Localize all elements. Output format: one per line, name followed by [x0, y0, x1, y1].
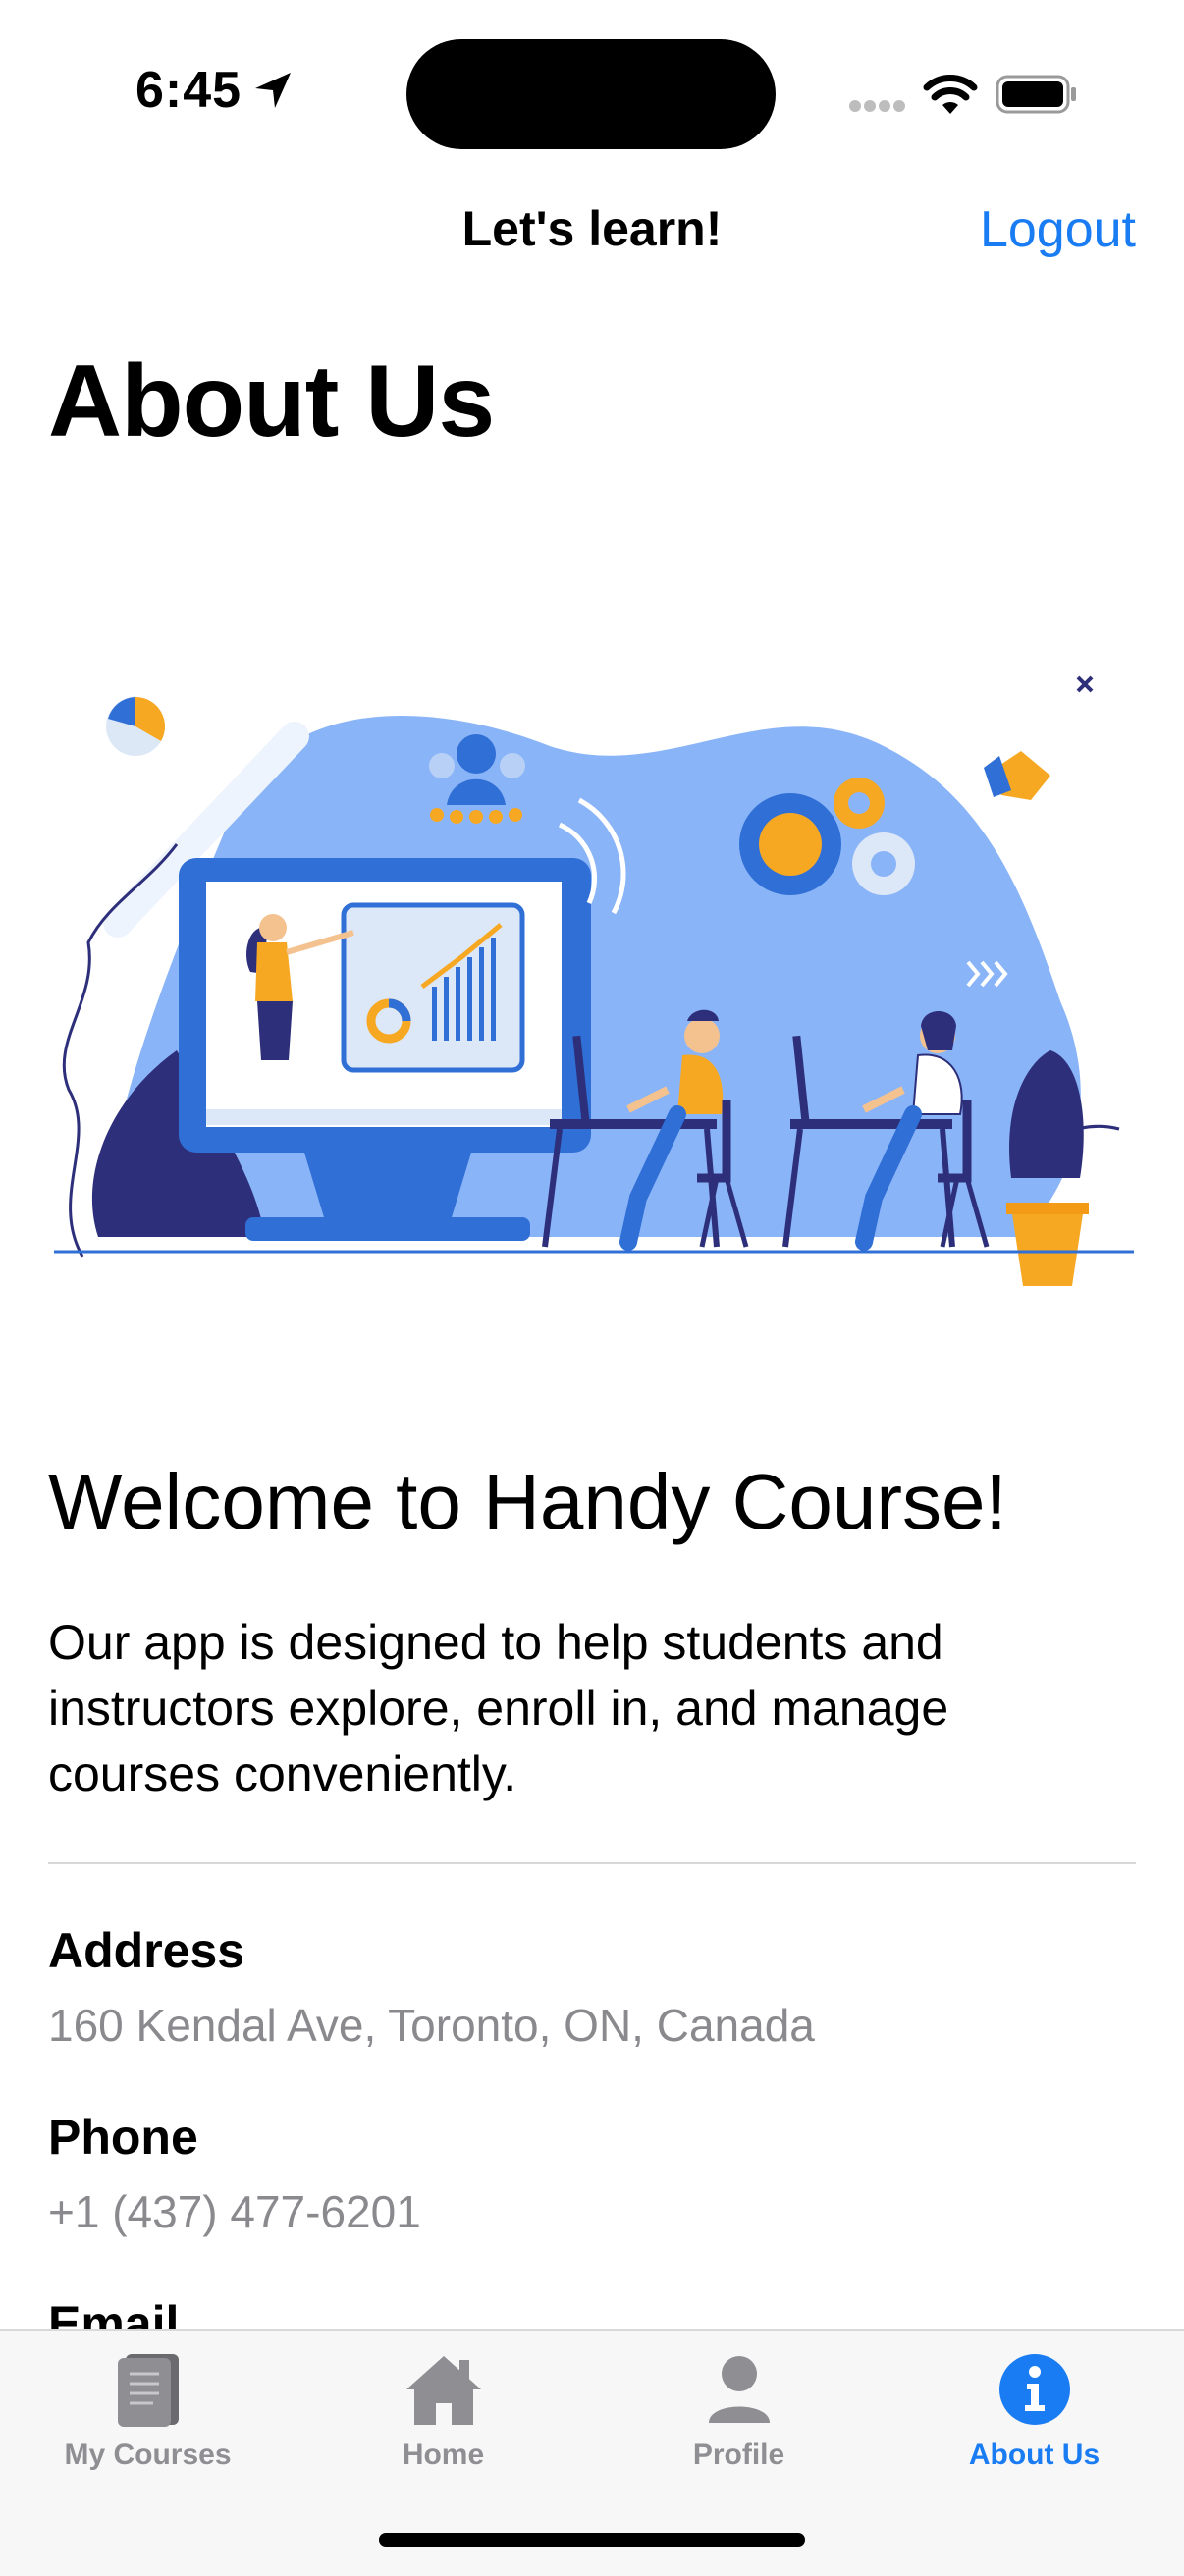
home-indicator: [379, 2533, 805, 2547]
tab-about-us[interactable]: About Us: [887, 2331, 1182, 2478]
tab-label: My Courses: [64, 2439, 232, 2471]
dynamic-island: [406, 39, 776, 149]
phone-label: Phone: [48, 2110, 198, 2165]
logout-button[interactable]: Logout: [980, 200, 1136, 259]
cellular-signal-icon: [849, 100, 905, 112]
status-time: 6:45: [135, 62, 242, 119]
section-divider: [48, 1862, 1136, 1864]
app-description: Our app is designed to help students and…: [48, 1615, 949, 1801]
address-value: 160 Kendal Ave, Toronto, ON, Canada: [48, 2000, 815, 2051]
status-bar: 6:45: [0, 0, 1184, 187]
page-title: About Us: [48, 345, 495, 458]
tab-profile[interactable]: Profile: [591, 2331, 887, 2478]
tab-label: Home: [402, 2439, 485, 2471]
info-icon: [998, 2354, 1070, 2425]
tab-home[interactable]: Home: [296, 2331, 591, 2478]
address-label: Address: [48, 1923, 245, 1978]
online-learning-illustration: [54, 675, 1134, 1286]
tab-my-courses[interactable]: My Courses: [0, 2331, 296, 2478]
welcome-heading: Welcome to Handy Course!: [48, 1458, 1007, 1545]
tab-label: About Us: [968, 2439, 1101, 2471]
location-arrow-icon: [255, 73, 291, 108]
wifi-icon: [923, 75, 978, 114]
person-icon: [708, 2356, 770, 2423]
battery-icon: [996, 75, 1076, 114]
book-icon: [117, 2354, 179, 2427]
house-icon: [405, 2356, 481, 2425]
tab-label: Profile: [692, 2439, 785, 2471]
phone-value[interactable]: +1 (437) 477-6201: [48, 2185, 421, 2238]
